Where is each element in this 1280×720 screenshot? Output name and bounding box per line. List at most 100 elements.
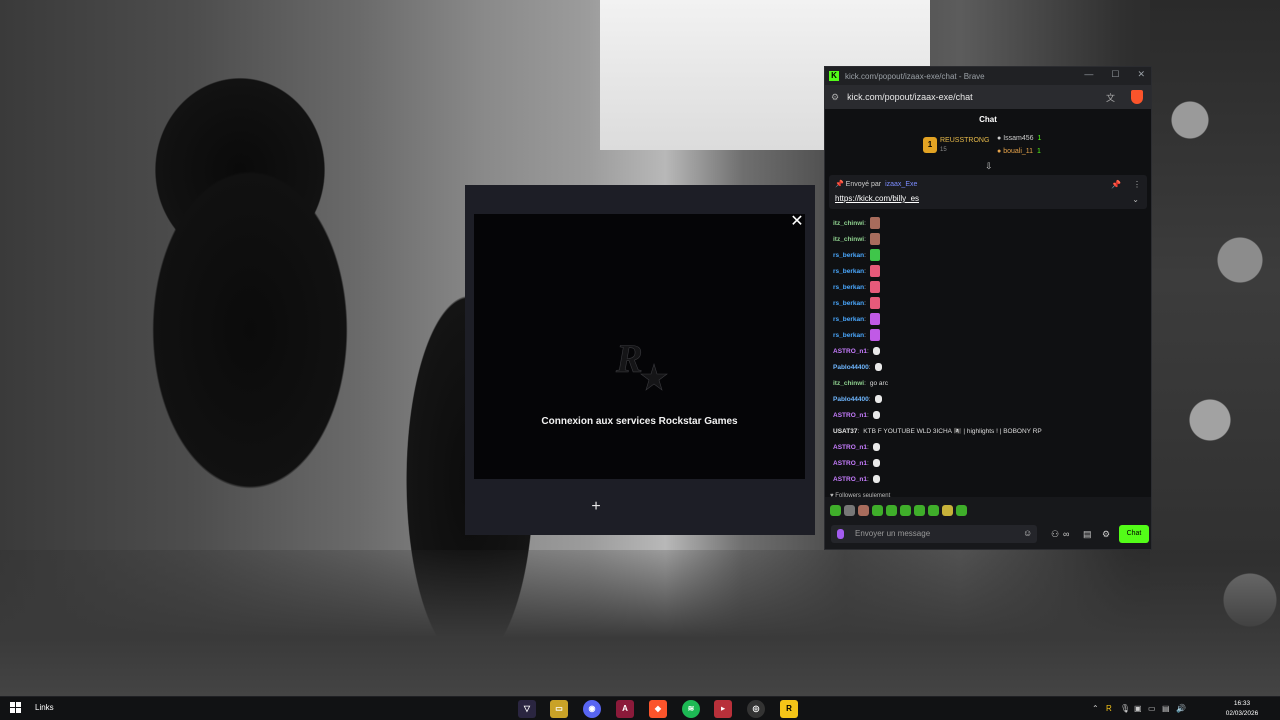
chat-input-row: Envoyer un message ☺ ⚇ ∞ ▤ ⚙ Chat [825, 521, 1151, 547]
chat-username[interactable]: ASTRO_n1 [833, 412, 867, 419]
emote-button[interactable] [830, 505, 841, 516]
followers-only-text: Followers seulement [835, 493, 891, 499]
emoji-icon[interactable]: ☺ [1023, 528, 1032, 538]
link-icon[interactable]: ∞ [1063, 529, 1069, 539]
leaderboard-third[interactable]: ● bouali_11 1 [997, 148, 1041, 155]
close-icon[interactable]: ✕ [1137, 69, 1145, 80]
clock-date: 02/03/2026 [1225, 710, 1259, 717]
chat-message-text: go arc [869, 379, 888, 387]
discord-icon[interactable]: ◉ [583, 700, 601, 718]
chat-username[interactable]: rs_berkan [833, 332, 864, 339]
window-titlebar[interactable]: K kick.com/popout/izaax-exe/chat - Brave… [825, 67, 1151, 85]
emote-button[interactable] [956, 505, 967, 516]
chat-username[interactable]: itz_chinwi [833, 380, 864, 387]
pinned-link[interactable]: https://kick.com/billy_es [835, 194, 919, 203]
emote-button[interactable] [900, 505, 911, 516]
chat-username[interactable]: rs_berkan [833, 284, 864, 291]
message-separator: : [864, 379, 866, 387]
add-icon[interactable]: + [589, 499, 603, 515]
brave-popup-window: K kick.com/popout/izaax-exe/chat - Brave… [824, 66, 1152, 550]
rockstar-launcher-icon[interactable]: R [780, 700, 798, 718]
leaderboard-first-name[interactable]: REUSSTRONG [940, 137, 989, 144]
translate-icon[interactable]: 文 [1106, 91, 1115, 104]
chat-message: Pablo44400: [833, 359, 1149, 375]
chat-messages-area[interactable]: ⇩ 📌 Envoyé par izaax_Exe https://kick.com… [825, 161, 1151, 497]
message-separator: : [866, 443, 869, 451]
taskbar-clock[interactable]: 16:33 02/03/2026 [1212, 697, 1272, 719]
obs-icon[interactable]: ◎ [747, 700, 765, 718]
channel-points-icon[interactable]: ⚇ [1051, 529, 1059, 540]
followers-only-notice: ♥ Followers seulement [830, 493, 891, 499]
chat-username[interactable]: itz_chinwi [833, 236, 864, 243]
maximize-icon[interactable]: ☐ [1111, 69, 1119, 80]
chat-username[interactable]: ASTRO_n1 [833, 444, 867, 451]
address-bar[interactable]: ⚙ kick.com/popout/izaax-exe/chat 文 [825, 85, 1151, 109]
more-options-icon[interactable]: ⋮ [1133, 180, 1141, 189]
leaderboard-second-value: 1 [1037, 135, 1042, 142]
rank-badge: 1 [923, 137, 937, 153]
brave-icon[interactable]: ◆ [649, 700, 667, 718]
emote-button[interactable] [872, 505, 883, 516]
emote-button[interactable] [844, 505, 855, 516]
send-chat-button[interactable]: Chat [1119, 525, 1149, 543]
mic-icon[interactable] [837, 529, 844, 539]
app-tray-icon[interactable]: ▣ [1134, 704, 1142, 713]
store-icon[interactable]: ▤ [1083, 529, 1092, 540]
chat-emote [872, 475, 880, 483]
chat-username[interactable]: rs_berkan [833, 300, 864, 307]
chat-username[interactable]: itz_chinwi [833, 220, 864, 227]
affinity-icon[interactable]: A [616, 700, 634, 718]
scroll-down-icon[interactable]: ⇩ [985, 161, 993, 172]
pin-icon[interactable]: 📌 [1111, 180, 1121, 189]
speaker-icon[interactable]: 🔊 [1176, 704, 1186, 713]
video-app-icon[interactable]: ▶ [714, 700, 732, 718]
chat-username[interactable]: ASTRO_n1 [833, 476, 867, 483]
minimize-icon[interactable]: — [1084, 69, 1093, 80]
chat-message: ASTRO_n1: [833, 439, 1149, 455]
leaderboard-second[interactable]: ● Issam456 1 [997, 135, 1041, 142]
chat-emote [872, 443, 880, 451]
chat-username[interactable]: USAT37 [833, 428, 857, 435]
emote-button[interactable] [914, 505, 925, 516]
leaderboard-third-value: 1 [1037, 148, 1041, 155]
site-info-icon[interactable]: ⚙ [831, 92, 839, 103]
kick-logo-icon: K [829, 71, 839, 81]
windows-start-icon[interactable] [10, 702, 22, 714]
chat-message: itz_chinwi: go arc [833, 375, 1149, 391]
links-toolbar[interactable]: Links [35, 703, 54, 712]
message-separator: : [866, 347, 869, 355]
emote-button[interactable] [886, 505, 897, 516]
message-separator: : [864, 331, 866, 339]
pinned-label: Envoyé par [845, 181, 882, 188]
rockstar-tray-icon[interactable]: R [1106, 704, 1112, 713]
mic-icon[interactable]: 🎙 [1120, 704, 1130, 713]
chat-username[interactable]: Pablo44400 [833, 396, 869, 403]
display-icon[interactable]: ▭ [1148, 704, 1156, 713]
close-icon[interactable]: ✕ [790, 214, 804, 230]
chat-username[interactable]: ASTRO_n1 [833, 460, 867, 467]
emote-button[interactable] [942, 505, 953, 516]
chat-username[interactable]: ASTRO_n1 [833, 348, 867, 355]
brave-shield-icon[interactable] [1131, 90, 1143, 104]
url-text[interactable]: kick.com/popout/izaax-exe/chat [847, 92, 973, 102]
chat-message: rs_berkan: [833, 295, 1149, 311]
file-explorer-icon[interactable]: ▭ [550, 700, 568, 718]
chevron-up-icon[interactable]: ⌃ [1092, 704, 1099, 713]
spotify-icon[interactable]: ≋ [682, 700, 700, 718]
emote-button[interactable] [928, 505, 939, 516]
network-icon[interactable]: ▤ [1162, 704, 1170, 713]
pinned-user[interactable]: izaax_Exe [885, 181, 917, 188]
emote-button[interactable] [858, 505, 869, 516]
chat-username[interactable]: rs_berkan [833, 252, 864, 259]
chat-username[interactable]: Pablo44400 [833, 364, 869, 371]
chevron-down-icon[interactable]: ⌄ [1132, 195, 1139, 204]
stream-app-icon[interactable]: ▽ [518, 700, 536, 718]
chat-username[interactable]: rs_berkan [833, 316, 864, 323]
leaderboard-second-name: Issam456 [1003, 135, 1034, 142]
chat-username[interactable]: rs_berkan [833, 268, 864, 275]
settings-icon[interactable]: ⚙ [1102, 529, 1110, 540]
chat-message-input[interactable]: Envoyer un message [831, 525, 1037, 543]
chat-message: rs_berkan: [833, 263, 1149, 279]
pinned-message[interactable]: 📌 Envoyé par izaax_Exe https://kick.com/b… [829, 175, 1147, 209]
chat-message: itz_chinwi: [833, 231, 1149, 247]
